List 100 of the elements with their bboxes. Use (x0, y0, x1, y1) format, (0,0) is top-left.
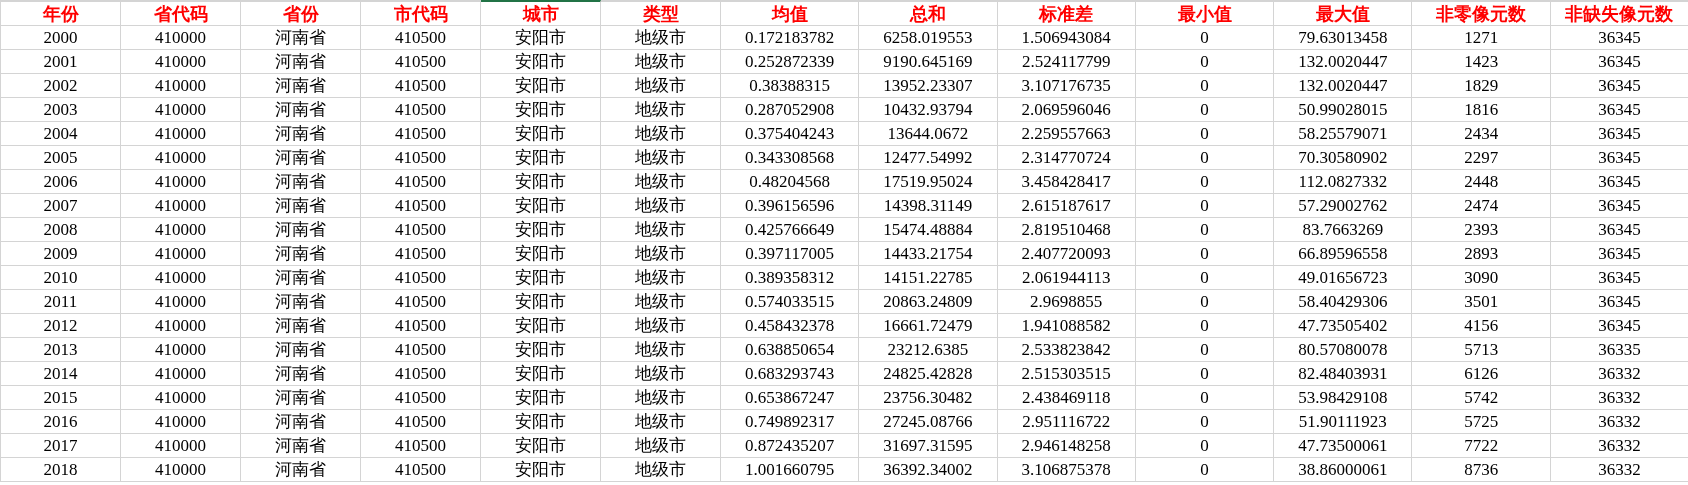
table-cell: 2.407720093 (997, 242, 1136, 266)
table-cell: 82.48403931 (1274, 362, 1413, 386)
table-cell: 410500 (361, 362, 481, 386)
table-cell: 安阳市 (481, 26, 601, 50)
table-cell: 0.397117005 (721, 242, 860, 266)
column-header: 标准差 (997, 0, 1136, 26)
table-cell: 地级市 (601, 290, 721, 314)
table-cell: 0.574033515 (721, 290, 860, 314)
table-cell: 16661.72479 (859, 314, 998, 338)
table-cell: 36345 (1550, 266, 1688, 290)
table-cell: 地级市 (601, 146, 721, 170)
column-header: 最大值 (1274, 0, 1413, 26)
table-cell: 2.819510468 (997, 218, 1136, 242)
table-cell: 2004 (1, 122, 121, 146)
table-cell: 6258.019553 (859, 26, 998, 50)
table-cell: 5725 (1412, 410, 1551, 434)
table-cell: 2009 (1, 242, 121, 266)
table-cell: 河南省 (241, 386, 361, 410)
table-cell: 410500 (361, 314, 481, 338)
table-cell: 0.396156596 (721, 194, 860, 218)
table-cell: 2.259557663 (997, 122, 1136, 146)
table-cell: 2434 (1412, 122, 1551, 146)
table-cell: 2010 (1, 266, 121, 290)
table-cell: 安阳市 (481, 74, 601, 98)
table-cell: 地级市 (601, 122, 721, 146)
table-cell: 安阳市 (481, 146, 601, 170)
table-cell: 410500 (361, 242, 481, 266)
table-cell: 36332 (1550, 434, 1688, 458)
table-cell: 0 (1135, 266, 1275, 290)
table-cell: 0.458432378 (721, 314, 860, 338)
table-cell: 12477.54992 (859, 146, 998, 170)
table-cell: 安阳市 (481, 218, 601, 242)
table-cell: 5742 (1412, 386, 1551, 410)
table-cell: 安阳市 (481, 98, 601, 122)
table-cell: 14398.31149 (859, 194, 998, 218)
table-cell: 38.86000061 (1274, 458, 1413, 482)
table-cell: 47.73505402 (1274, 314, 1413, 338)
table-cell: 河南省 (241, 170, 361, 194)
table-cell: 410500 (361, 98, 481, 122)
table-cell: 地级市 (601, 266, 721, 290)
table-cell: 14433.21754 (859, 242, 998, 266)
table-cell: 2.438469118 (997, 386, 1136, 410)
table-cell: 0.172183782 (721, 26, 860, 50)
table-cell: 河南省 (241, 242, 361, 266)
table-cell: 70.30580902 (1274, 146, 1413, 170)
table-cell: 2002 (1, 74, 121, 98)
table-cell: 3501 (1412, 290, 1551, 314)
table-cell: 河南省 (241, 410, 361, 434)
table-cell: 河南省 (241, 338, 361, 362)
table-cell: 地级市 (601, 74, 721, 98)
table-cell: 1.506943084 (997, 26, 1136, 50)
table-cell: 410000 (121, 50, 241, 74)
table-cell: 0.375404243 (721, 122, 860, 146)
table-cell: 2.615187617 (997, 194, 1136, 218)
table-cell: 410500 (361, 434, 481, 458)
column-header: 均值 (721, 0, 860, 26)
table-cell: 2393 (1412, 218, 1551, 242)
table-cell: 安阳市 (481, 242, 601, 266)
table-cell: 地级市 (601, 26, 721, 50)
table-cell: 2.515303515 (997, 362, 1136, 386)
table-cell: 地级市 (601, 98, 721, 122)
table-cell: 0 (1135, 410, 1275, 434)
table-cell: 1816 (1412, 98, 1551, 122)
column-header: 市代码 (361, 0, 481, 26)
table-cell: 0 (1135, 458, 1275, 482)
table-cell: 地级市 (601, 410, 721, 434)
table-cell: 0 (1135, 386, 1275, 410)
table-cell: 0.683293743 (721, 362, 860, 386)
table-cell: 20863.24809 (859, 290, 998, 314)
table-cell: 2.069596046 (997, 98, 1136, 122)
table-cell: 0.749892317 (721, 410, 860, 434)
table-cell: 河南省 (241, 74, 361, 98)
table-cell: 410000 (121, 434, 241, 458)
table-cell: 地级市 (601, 50, 721, 74)
table-cell: 36392.34002 (859, 458, 998, 482)
table-cell: 0.287052908 (721, 98, 860, 122)
table-cell: 0 (1135, 74, 1275, 98)
table-cell: 36345 (1550, 170, 1688, 194)
column-header: 类型 (601, 0, 721, 26)
table-cell: 河南省 (241, 122, 361, 146)
table-cell: 66.89596558 (1274, 242, 1413, 266)
table-cell: 0 (1135, 290, 1275, 314)
table-cell: 112.0827332 (1274, 170, 1413, 194)
column-header: 省份 (241, 0, 361, 26)
table-cell: 河南省 (241, 290, 361, 314)
table-cell: 410000 (121, 266, 241, 290)
table-cell: 2001 (1, 50, 121, 74)
table-cell: 河南省 (241, 458, 361, 482)
table-cell: 安阳市 (481, 362, 601, 386)
table-cell: 安阳市 (481, 410, 601, 434)
table-cell: 地级市 (601, 194, 721, 218)
table-cell: 410500 (361, 410, 481, 434)
table-cell: 14151.22785 (859, 266, 998, 290)
table-cell: 410500 (361, 218, 481, 242)
table-cell: 1.941088582 (997, 314, 1136, 338)
table-cell: 1829 (1412, 74, 1551, 98)
table-cell: 58.25579071 (1274, 122, 1413, 146)
table-cell: 3.458428417 (997, 170, 1136, 194)
table-cell: 0 (1135, 170, 1275, 194)
table-cell: 36332 (1550, 410, 1688, 434)
